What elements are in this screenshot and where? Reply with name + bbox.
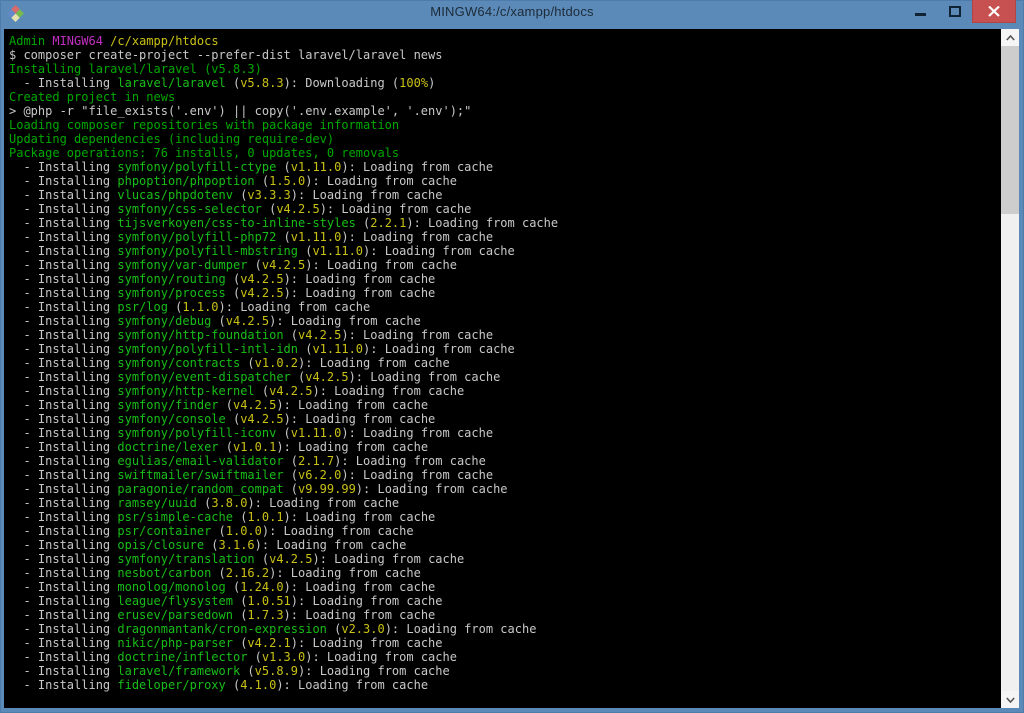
terminal-line: - Installing tijsverkoyen/css-to-inline-… bbox=[9, 216, 559, 230]
terminal-line: Package operations: 76 installs, 0 updat… bbox=[9, 146, 400, 160]
terminal-line: - Installing symfony/polyfill-intl-idn (… bbox=[9, 342, 515, 356]
terminal-line: $ composer create-project --prefer-dist … bbox=[9, 48, 443, 62]
close-icon bbox=[988, 5, 1000, 17]
scroll-up-button[interactable] bbox=[1001, 29, 1019, 46]
terminal-line: - Installing opis/closure (3.1.6): Loadi… bbox=[9, 538, 407, 552]
app-window: MINGW64:/c/xampp/htdocs Admin MINGW64 /c… bbox=[0, 0, 1024, 713]
terminal-line: - Installing phpoption/phpoption (1.5.0)… bbox=[9, 174, 457, 188]
terminal-line: - Installing nikic/php-parser (v4.2.1): … bbox=[9, 636, 443, 650]
terminal-line: - Installing symfony/event-dispatcher (v… bbox=[9, 370, 501, 384]
minimize-button[interactable] bbox=[908, 0, 934, 23]
scroll-down-button[interactable] bbox=[1001, 691, 1019, 708]
terminal-line: - Installing vlucas/phpdotenv (v3.3.3): … bbox=[9, 188, 443, 202]
terminal-line: - Installing paragonie/random_compat (v9… bbox=[9, 482, 508, 496]
terminal-line: - Installing monolog/monolog (1.24.0): L… bbox=[9, 580, 436, 594]
terminal-line: - Installing laravel/framework (v5.8.9):… bbox=[9, 664, 450, 678]
terminal-line: - Installing doctrine/lexer (v1.0.1): Lo… bbox=[9, 440, 429, 454]
terminal-line: Updating dependencies (including require… bbox=[9, 132, 335, 146]
scrollbar-thumb[interactable] bbox=[1001, 46, 1019, 214]
terminal-line: - Installing swiftmailer/swiftmailer (v6… bbox=[9, 468, 494, 482]
maximize-icon bbox=[949, 6, 961, 17]
terminal-line: - Installing symfony/http-kernel (v4.2.5… bbox=[9, 384, 465, 398]
terminal-line: - Installing psr/simple-cache (1.0.1): L… bbox=[9, 510, 436, 524]
terminal-line: - Installing erusev/parsedown (1.7.3): L… bbox=[9, 608, 436, 622]
terminal-line: - Installing fideloper/proxy (4.1.0): Lo… bbox=[9, 678, 429, 692]
terminal-line: - Installing symfony/debug (v4.2.5): Loa… bbox=[9, 314, 421, 328]
terminal-line: - Installing doctrine/inflector (v1.3.0)… bbox=[9, 650, 457, 664]
title-bar: MINGW64:/c/xampp/htdocs bbox=[0, 0, 1024, 29]
chevron-up-icon bbox=[1005, 34, 1015, 41]
terminal-line: - Installing egulias/email-validator (2.… bbox=[9, 454, 486, 468]
terminal-line: - Installing psr/container (1.0.0): Load… bbox=[9, 524, 414, 538]
terminal-line: - Installing symfony/polyfill-mbstring (… bbox=[9, 244, 515, 258]
chevron-down-icon bbox=[1005, 696, 1015, 703]
terminal-line: - Installing league/flysystem (1.0.51): … bbox=[9, 594, 443, 608]
terminal-line: - Installing symfony/css-selector (v4.2.… bbox=[9, 202, 472, 216]
terminal-line: - Installing nesbot/carbon (2.16.2): Loa… bbox=[9, 566, 421, 580]
terminal-line: > @php -r "file_exists('.env') || copy('… bbox=[9, 104, 472, 118]
scrollbar[interactable] bbox=[1001, 29, 1019, 708]
terminal-line: - Installing dragonmantank/cron-expressi… bbox=[9, 622, 537, 636]
terminal-line: Installing laravel/laravel (v5.8.3) bbox=[9, 62, 262, 76]
scrollbar-track[interactable] bbox=[1001, 46, 1019, 691]
terminal-line: - Installing symfony/http-foundation (v4… bbox=[9, 328, 494, 342]
minimize-icon bbox=[915, 13, 926, 16]
maximize-button[interactable] bbox=[942, 0, 968, 23]
terminal-line: - Installing laravel/laravel (v5.8.3): D… bbox=[9, 76, 436, 90]
terminal-line: - Installing symfony/routing (v4.2.5): L… bbox=[9, 272, 436, 286]
terminal-line: Created project in news bbox=[9, 90, 176, 104]
terminal-line: - Installing psr/log (1.1.0): Loading fr… bbox=[9, 300, 371, 314]
terminal-output: Admin MINGW64 /c/xampp/htdocs $ composer … bbox=[9, 34, 1001, 692]
close-button[interactable] bbox=[972, 0, 1016, 23]
window-title: MINGW64:/c/xampp/htdocs bbox=[430, 4, 594, 19]
terminal-screen[interactable]: Admin MINGW64 /c/xampp/htdocs $ composer … bbox=[4, 29, 1001, 708]
terminal-line: - Installing symfony/contracts (v1.0.2):… bbox=[9, 356, 450, 370]
terminal-line: - Installing symfony/process (v4.2.5): L… bbox=[9, 286, 436, 300]
terminal-line: - Installing symfony/var-dumper (v4.2.5)… bbox=[9, 258, 457, 272]
terminal-line: - Installing symfony/finder (v4.2.5): Lo… bbox=[9, 398, 429, 412]
terminal-line: - Installing ramsey/uuid (3.8.0): Loadin… bbox=[9, 496, 400, 510]
terminal-line: - Installing symfony/translation (v4.2.5… bbox=[9, 552, 465, 566]
terminal-line: - Installing symfony/polyfill-php72 (v1.… bbox=[9, 230, 494, 244]
terminal-line: Loading composer repositories with packa… bbox=[9, 118, 400, 132]
terminal-line: - Installing symfony/polyfill-ctype (v1.… bbox=[9, 160, 494, 174]
terminal-line: Admin MINGW64 /c/xampp/htdocs bbox=[9, 34, 219, 48]
terminal-line: - Installing symfony/polyfill-iconv (v1.… bbox=[9, 426, 494, 440]
terminal-line: - Installing symfony/console (v4.2.5): L… bbox=[9, 412, 436, 426]
